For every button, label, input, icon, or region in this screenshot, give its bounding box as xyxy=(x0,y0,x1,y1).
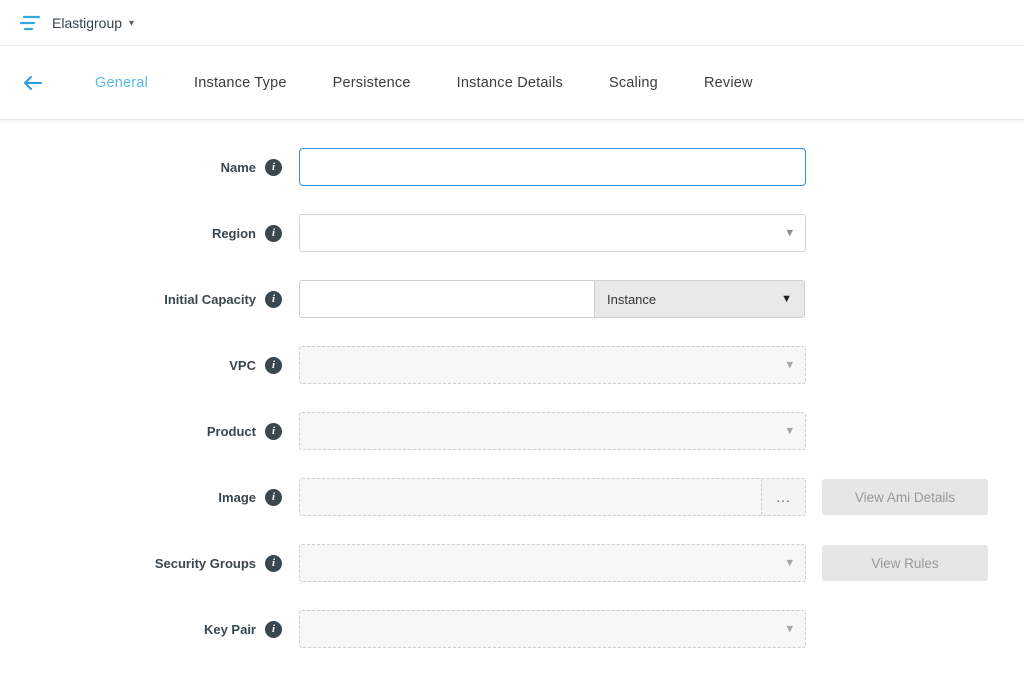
tab-general[interactable]: General xyxy=(72,75,171,91)
form-row-initial-capacity: Initial Capacity i Instance ▼ xyxy=(0,280,1024,318)
tab-review[interactable]: Review xyxy=(681,75,776,91)
form-row-product: Product i ▾ xyxy=(0,412,1024,450)
tab-persistence[interactable]: Persistence xyxy=(310,75,434,91)
chevron-down-icon: ▾ xyxy=(129,18,134,29)
wizard-tab-bar: General Instance Type Persistence Instan… xyxy=(0,46,1024,120)
vpc-label: VPC xyxy=(229,358,256,373)
tab-scaling[interactable]: Scaling xyxy=(586,75,681,91)
chevron-down-icon: ▾ xyxy=(786,357,793,373)
info-icon[interactable]: i xyxy=(265,225,282,242)
view-ami-details-button[interactable]: View Ami Details xyxy=(822,479,988,515)
label-wrap: Name i xyxy=(0,159,282,176)
chevron-down-icon: ▾ xyxy=(786,423,793,439)
name-input[interactable] xyxy=(299,148,806,186)
key-pair-label: Key Pair xyxy=(204,622,256,637)
form-row-security-groups: Security Groups i ▾ View Rules xyxy=(0,544,1024,582)
form-row-key-pair: Key Pair i ▾ xyxy=(0,610,1024,648)
image-field: ... xyxy=(299,478,806,516)
label-wrap: Image i xyxy=(0,489,282,506)
view-rules-button[interactable]: View Rules xyxy=(822,545,988,581)
initial-capacity-input[interactable] xyxy=(299,280,595,318)
field: Instance ▼ xyxy=(299,280,806,318)
chevron-down-icon: ▾ xyxy=(786,621,793,637)
tab-instance-type[interactable]: Instance Type xyxy=(171,75,310,91)
back-button[interactable] xyxy=(22,74,44,92)
form-row-vpc: VPC i ▾ xyxy=(0,346,1024,384)
chevron-down-icon: ▾ xyxy=(786,555,793,571)
field: ▾ xyxy=(299,346,806,384)
app-name: Elastigroup xyxy=(52,15,122,31)
label-wrap: Product i xyxy=(0,423,282,440)
form-row-region: Region i ▾ xyxy=(0,214,1024,252)
info-icon[interactable]: i xyxy=(265,621,282,638)
product-select: ▾ xyxy=(299,412,806,450)
info-icon[interactable]: i xyxy=(265,489,282,506)
form-row-name: Name i xyxy=(0,148,1024,186)
chevron-down-icon: ▾ xyxy=(786,225,793,241)
general-form: Name i Region i ▾ Initial Capacity i Ins xyxy=(0,120,1024,648)
field: ▾ xyxy=(299,544,806,582)
field: ▾ xyxy=(299,412,806,450)
info-icon[interactable]: i xyxy=(265,291,282,308)
key-pair-select: ▾ xyxy=(299,610,806,648)
app-switcher[interactable]: Elastigroup ▾ xyxy=(52,15,134,31)
security-groups-select: ▾ xyxy=(299,544,806,582)
label-wrap: Security Groups i xyxy=(0,555,282,572)
image-browse-button[interactable]: ... xyxy=(761,479,805,515)
chevron-down-icon: ▼ xyxy=(781,293,792,305)
field xyxy=(299,148,806,186)
info-icon[interactable]: i xyxy=(265,555,282,572)
capacity-unit-value: Instance xyxy=(607,292,656,307)
label-wrap: Key Pair i xyxy=(0,621,282,638)
image-label: Image xyxy=(218,490,256,505)
label-wrap: Initial Capacity i xyxy=(0,291,282,308)
field: ▾ xyxy=(299,214,806,252)
topbar: Elastigroup ▾ xyxy=(0,0,1024,46)
region-select[interactable]: ▾ xyxy=(299,214,806,252)
label-wrap: Region i xyxy=(0,225,282,242)
form-row-image: Image i ... View Ami Details xyxy=(0,478,1024,516)
vpc-select: ▾ xyxy=(299,346,806,384)
tab-instance-details[interactable]: Instance Details xyxy=(434,75,586,91)
field: ▾ xyxy=(299,610,806,648)
label-wrap: VPC i xyxy=(0,357,282,374)
region-label: Region xyxy=(212,226,256,241)
info-icon[interactable]: i xyxy=(265,357,282,374)
info-icon[interactable]: i xyxy=(265,423,282,440)
security-groups-label: Security Groups xyxy=(155,556,256,571)
info-icon[interactable]: i xyxy=(265,159,282,176)
image-value xyxy=(300,479,761,515)
initial-capacity-label: Initial Capacity xyxy=(164,292,256,307)
product-label: Product xyxy=(207,424,256,439)
capacity-unit-select[interactable]: Instance ▼ xyxy=(594,280,805,318)
name-label: Name xyxy=(221,160,256,175)
field: ... xyxy=(299,478,806,516)
elastigroup-logo-icon xyxy=(18,14,42,32)
